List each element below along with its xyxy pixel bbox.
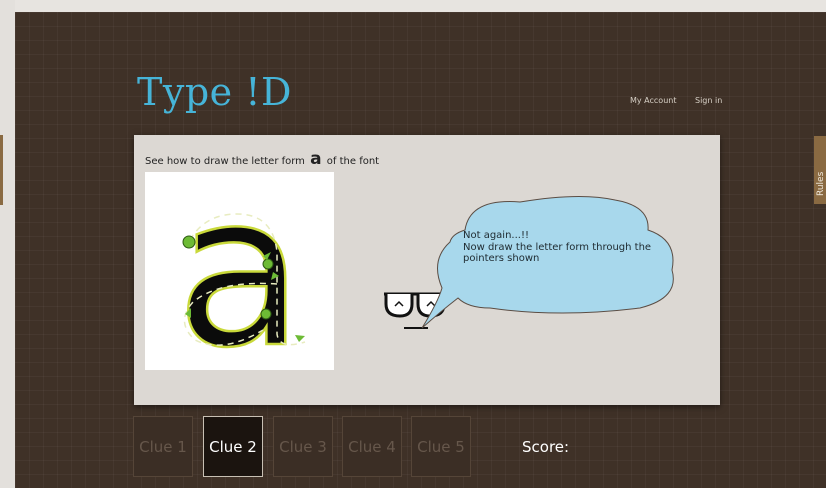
logo-text: Type xyxy=(137,70,246,114)
lesson-panel: See how to draw the letter form a of the… xyxy=(134,135,720,405)
instruction-before: See how to draw the letter form xyxy=(145,156,305,167)
logo[interactable]: Type !D xyxy=(137,70,292,114)
start-pointer-icon[interactable] xyxy=(182,235,196,249)
bubble-line-3: pointers shown xyxy=(463,253,540,264)
clue-1-button[interactable]: Clue 1 xyxy=(133,416,193,477)
clue-4-button[interactable]: Clue 4 xyxy=(342,416,402,477)
bubble-line-1: Not again...!! xyxy=(463,230,529,241)
score-label: Score: xyxy=(522,438,570,456)
logo-id: !D xyxy=(245,70,292,114)
inner-pointer-icon[interactable] xyxy=(260,308,272,320)
left-strip xyxy=(0,0,15,488)
sign-in-link[interactable]: Sign in xyxy=(695,96,722,105)
instruction-after: of the font xyxy=(326,156,380,167)
app-window: Type !D My Account Sign in Rules See how… xyxy=(15,12,826,488)
instruction-letter: a xyxy=(310,149,322,169)
clue-2-button[interactable]: Clue 2 xyxy=(203,416,263,477)
clue-3-button[interactable]: Clue 3 xyxy=(273,416,333,477)
rules-tab-label: Rules xyxy=(816,171,826,196)
clue-5-button[interactable]: Clue 5 xyxy=(411,416,471,477)
top-strip xyxy=(0,0,826,12)
instruction-text: See how to draw the letter form a of the… xyxy=(145,149,379,169)
my-account-link[interactable]: My Account xyxy=(630,96,676,105)
bubble-line-2: Now draw the letter form through the xyxy=(463,241,652,253)
speech-bubble-text: Not again...!! Now draw the letter form … xyxy=(463,230,673,265)
rules-tab[interactable]: Rules xyxy=(814,136,826,204)
left-notch xyxy=(0,135,3,205)
letter-canvas[interactable]: a xyxy=(145,172,334,370)
speech-bubble xyxy=(421,195,674,329)
mid-pointer-icon[interactable] xyxy=(262,258,274,270)
